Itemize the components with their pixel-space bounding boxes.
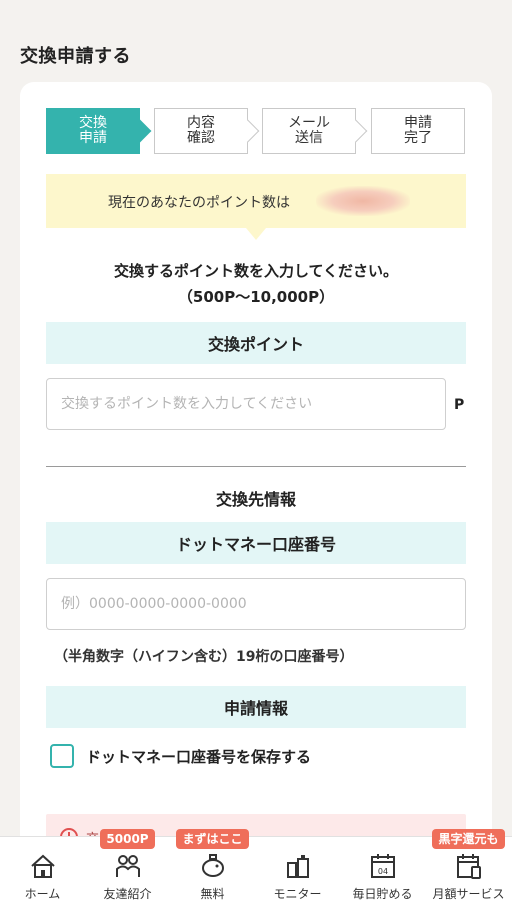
nav-badge-start-here: まずはここ [176, 829, 249, 849]
step-exchange-application: 交換 申請 [46, 108, 152, 154]
nav-badge-5000p: 5000P [100, 829, 155, 849]
page-title: 交換申請する [20, 46, 131, 67]
nav-free[interactable]: まずはここ 無料 [170, 829, 255, 911]
nav-monitor[interactable]: モニター [255, 837, 340, 911]
save-account-checkbox[interactable] [50, 744, 74, 768]
exchange-form-card: 交換 申請 内容 確認 メール 送信 申請 完了 現在のあなたのポイント数は 交… [20, 82, 492, 862]
svg-text:04: 04 [377, 867, 387, 876]
nav-friend-referral[interactable]: 5000P 友達紹介 [85, 829, 170, 911]
step-mail-send: メール 送信 [262, 108, 368, 154]
home-icon [30, 854, 55, 878]
section-divider [46, 466, 466, 467]
bottom-navigation: ホーム 5000P 友達紹介 まずはここ 無料 モニター 04 毎日貯める 黒字… [0, 829, 512, 911]
calendar-icon: 04 [370, 854, 395, 878]
step-application-complete: 申請 完了 [371, 108, 465, 154]
nav-badge-cashback: 黒字還元も [432, 829, 505, 849]
progress-steps: 交換 申請 内容 確認 メール 送信 申請 完了 [46, 108, 466, 154]
points-instruction: 交換するポイント数を入力してください。 （500P〜10,000P） [113, 262, 399, 306]
current-points-text: 現在のあなたのポイント数は [108, 195, 290, 211]
nav-monthly-service[interactable]: 黒字還元も 月額サービス [425, 829, 512, 911]
save-account-label[interactable]: ドットマネー口座番号を保存する [86, 746, 311, 767]
dotmoney-account-input[interactable] [46, 578, 466, 630]
application-info-heading: 申請情報 [46, 686, 466, 728]
redacted-points-value [316, 186, 410, 216]
exchange-points-input[interactable] [46, 378, 446, 430]
account-number-hint: （半角数字（ハイフン含む）19桁の口座番号） [54, 649, 354, 665]
piggy-bank-icon [201, 854, 224, 877]
monitor-icon [286, 855, 309, 878]
step-content-confirm: 内容 確認 [154, 108, 260, 154]
exchange-points-heading: 交換ポイント [46, 322, 466, 364]
save-account-option[interactable]: ドットマネー口座番号を保存する [50, 744, 311, 768]
friends-icon [115, 855, 140, 877]
destination-info-heading: 交換先情報 [215, 490, 296, 509]
dotmoney-account-heading: ドットマネー口座番号 [46, 522, 466, 564]
points-unit-label: P [454, 397, 465, 413]
nav-daily-save[interactable]: 04 毎日貯める [340, 837, 425, 911]
current-points-banner: 現在のあなたのポイント数は [46, 174, 466, 240]
nav-home[interactable]: ホーム [0, 837, 85, 911]
monthly-service-icon [456, 854, 481, 879]
